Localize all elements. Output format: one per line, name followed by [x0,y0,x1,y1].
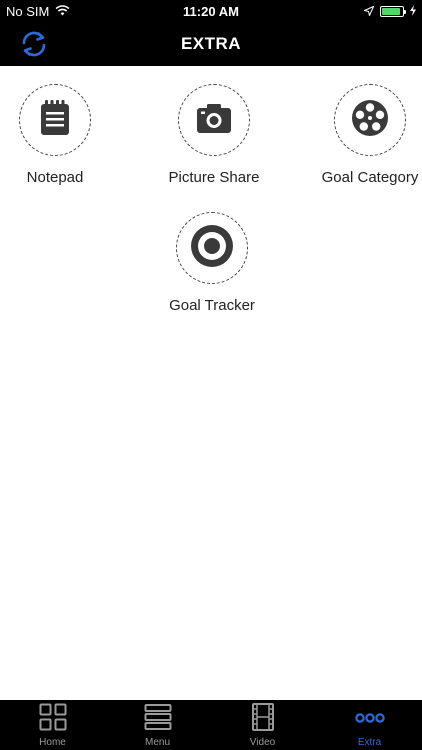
status-right [362,4,416,19]
tab-home-label: Home [39,737,66,748]
notepad-icon [38,99,72,142]
picture-share-label: Picture Share [168,169,260,186]
more-icon [354,710,385,728]
tab-video-label: Video [249,737,276,748]
status-time: 11:20 AM [183,4,239,19]
notepad-circle [19,84,91,156]
nav-bar: EXTRA [0,22,422,66]
goal-tracker-circle [176,212,248,284]
tab-bar: Home Menu Video Extra [0,700,422,750]
target-icon [190,224,234,273]
camera-icon [196,102,232,139]
grid-icon [39,703,67,736]
picture-share-circle [178,84,250,156]
film-reel-icon [351,99,389,142]
tab-extra-label: Extra [357,737,382,748]
goal-category-circle [334,84,406,156]
battery-icon [380,6,406,17]
goal-category-label: Goal Category [321,169,419,186]
notepad-label: Notepad [26,169,84,186]
tab-video[interactable]: Video [210,700,315,750]
picture-share-button[interactable]: Picture Share [144,84,284,186]
goal-category-button[interactable]: Goal Category [300,84,422,186]
tab-home[interactable]: Home [0,700,105,750]
tab-menu-label: Menu [144,737,170,748]
charging-bolt-icon [410,4,416,19]
goal-tracker-label: Goal Tracker [169,297,255,314]
notepad-button[interactable]: Notepad [0,84,125,186]
status-bar: No SIM 11:20 AM [0,0,422,22]
goal-tracker-button[interactable]: Goal Tracker [142,212,282,314]
tab-menu[interactable]: Menu [105,700,210,750]
menu-icon [144,703,172,736]
film-icon [251,702,274,736]
location-arrow-icon [362,4,375,19]
tab-extra[interactable]: Extra [317,700,422,750]
page-title: EXTRA [180,34,242,53]
